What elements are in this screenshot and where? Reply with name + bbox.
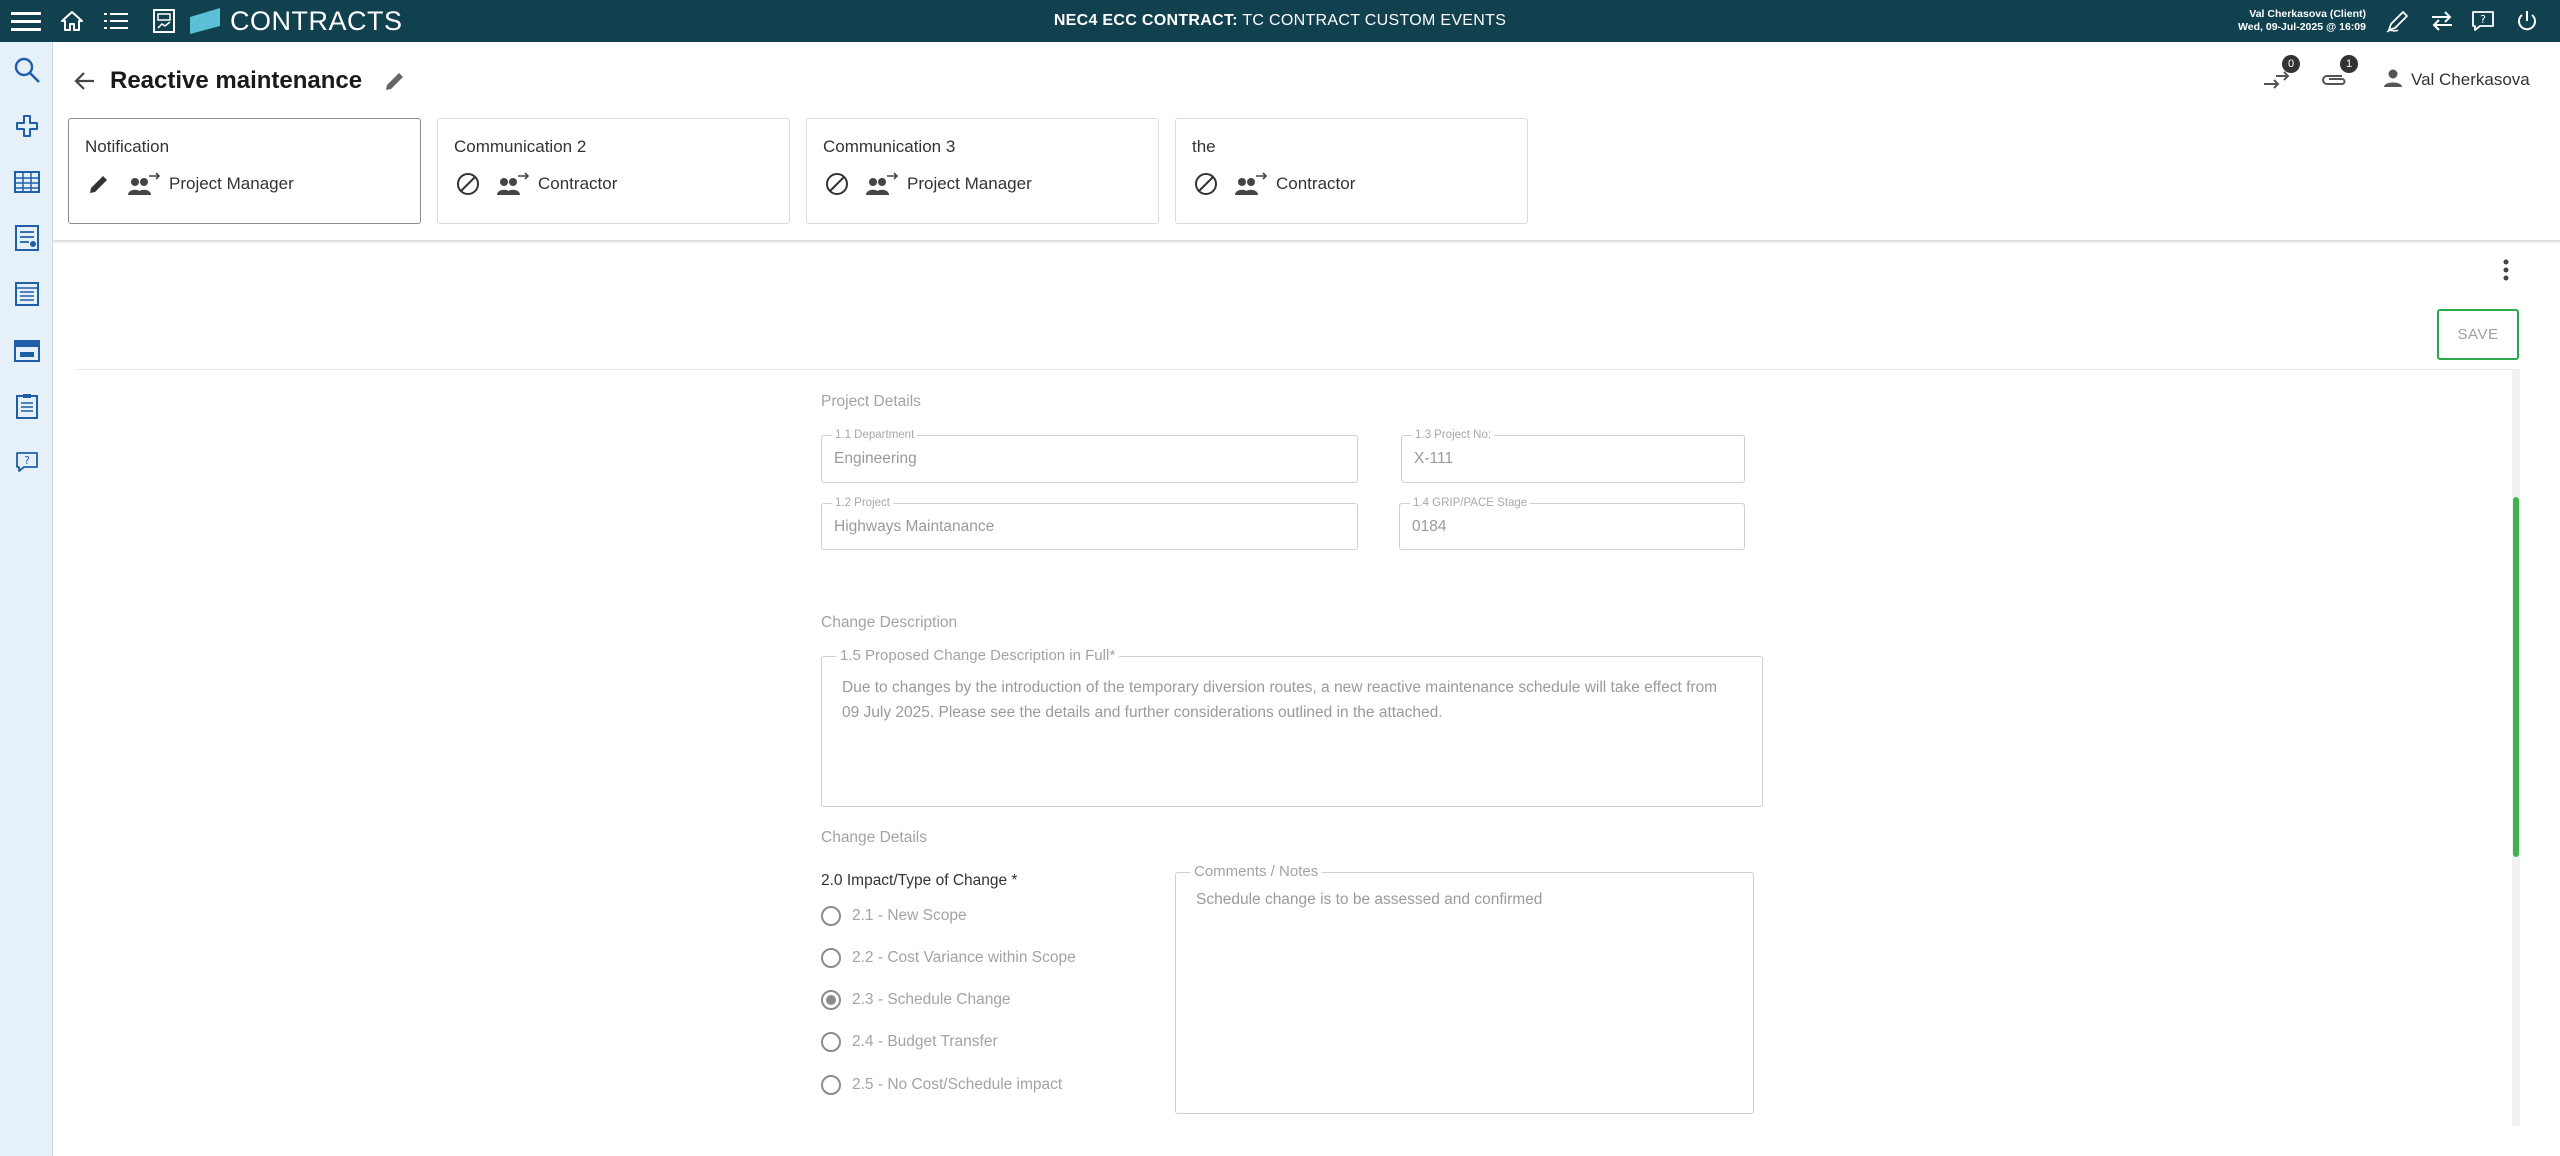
group-forward-icon <box>496 170 530 198</box>
contract-name: TC CONTRACT CUSTOM EVENTS <box>1242 12 1507 29</box>
impact-type-heading: 2.0 Impact/Type of Change * <box>821 872 1018 889</box>
step-card-the[interactable]: the Contractor <box>1175 118 1528 224</box>
blocked-icon <box>823 170 851 198</box>
svg-text:?: ? <box>2480 13 2486 26</box>
menu-icon[interactable] <box>8 0 44 42</box>
left-rail: ? <box>0 42 53 1156</box>
step-name: Communication 3 <box>823 137 956 156</box>
user-name: Val Cherkasova <box>2411 70 2530 89</box>
header-divider <box>53 240 2560 244</box>
grip-stage-value: 0184 <box>1412 517 1447 535</box>
help-icon[interactable]: ? <box>2468 0 2498 42</box>
radio-schedule-change[interactable]: 2.3 - Schedule Change <box>821 988 1011 1012</box>
comments-textarea[interactable]: Comments / Notes Schedule change is to b… <box>1175 863 1754 1114</box>
scrollbar-thumb[interactable] <box>2513 497 2519 857</box>
project-no-value: X-111 <box>1414 450 1454 467</box>
search-icon[interactable] <box>0 48 53 92</box>
step-name: Communication 2 <box>454 137 587 156</box>
radio-button[interactable] <box>821 1075 841 1095</box>
radio-cost-variance[interactable]: 2.2 - Cost Variance within Scope <box>821 946 1076 970</box>
step-role: Project Manager <box>169 174 294 193</box>
save-button[interactable]: SAVE <box>2437 309 2519 360</box>
edit-icon <box>85 170 113 198</box>
radio-button[interactable] <box>821 948 841 968</box>
session-date: Wed, 09-Jul-2025 @ 16:09 <box>2238 21 2366 33</box>
back-arrow-icon[interactable] <box>70 66 100 96</box>
step-role: Contractor <box>538 174 618 193</box>
grip-stage-field[interactable]: 1.4 GRIP/PACE Stage 0184 <box>1399 496 1745 550</box>
register-icon[interactable] <box>0 216 53 260</box>
department-value: Engineering <box>834 450 917 467</box>
change-description-textarea[interactable]: 1.5 Proposed Change Description in Full*… <box>821 647 1763 807</box>
list-icon[interactable] <box>102 0 130 42</box>
radio-label: 2.1 - New Scope <box>852 907 967 924</box>
home-icon[interactable] <box>58 0 86 42</box>
user-menu[interactable]: Val Cherkasova <box>2383 66 2530 94</box>
step-name: the <box>1192 137 1216 156</box>
more-options-icon[interactable] <box>2494 254 2518 286</box>
step-card-communication-2[interactable]: Communication 2 Contractor <box>437 118 790 224</box>
sign-icon[interactable] <box>2383 0 2413 42</box>
change-description-value: Due to changes by the introduction of th… <box>842 679 1718 721</box>
comments-label: Comments / Notes <box>1190 863 1323 881</box>
report-icon[interactable] <box>150 0 178 42</box>
links-count-badge: 0 <box>2282 55 2300 73</box>
contract-prefix: NEC4 ECC CONTRACT: <box>1053 12 1238 29</box>
radio-button-checked[interactable] <box>821 990 841 1010</box>
radio-no-impact[interactable]: 2.5 - No Cost/Schedule impact <box>821 1073 1062 1097</box>
attachments-button[interactable]: 1 <box>2320 55 2358 98</box>
group-forward-icon <box>1234 170 1268 198</box>
svg-text:?: ? <box>24 454 30 467</box>
radio-label: 2.2 - Cost Variance within Scope <box>852 949 1076 966</box>
session-user: Val Cherkasova (Client) <box>2249 8 2366 20</box>
radio-label: 2.5 - No Cost/Schedule impact <box>852 1076 1063 1093</box>
group-forward-icon <box>865 170 899 198</box>
step-role: Contractor <box>1276 174 1356 193</box>
comments-value: Schedule change is to be assessed and co… <box>1196 891 1543 908</box>
change-details-heading: Change Details <box>821 829 927 846</box>
attachments-count-badge: 1 <box>2340 55 2358 73</box>
step-name: Notification <box>85 137 170 156</box>
radio-budget-transfer[interactable]: 2.4 - Budget Transfer <box>821 1030 998 1054</box>
blocked-icon <box>454 170 482 198</box>
links-button[interactable]: 0 <box>2262 55 2300 98</box>
radio-label: 2.4 - Budget Transfer <box>852 1033 998 1050</box>
swap-icon[interactable] <box>2427 0 2457 42</box>
feedback-icon[interactable]: ? <box>0 440 53 484</box>
radio-label: 2.3 - Schedule Change <box>852 991 1011 1008</box>
project-no-field[interactable]: 1.3 Project No: X-111 <box>1401 428 1745 483</box>
group-forward-icon <box>127 170 161 198</box>
top-bar: CONTRACTS NEC4 ECC CONTRACT: TC CONTRACT… <box>0 0 2560 42</box>
change-description-label: 1.5 Proposed Change Description in Full* <box>836 647 1120 665</box>
department-field[interactable]: 1.1 Department Engineering <box>821 428 1358 483</box>
app-name: CONTRACTS <box>230 6 403 36</box>
session-info: Val Cherkasova (Client) Wed, 09-Jul-2025… <box>2238 8 2366 34</box>
step-role: Project Manager <box>907 174 1032 193</box>
contracts-logo[interactable] <box>188 6 222 36</box>
project-field[interactable]: 1.2 Project Highways Maintanance <box>821 496 1358 550</box>
radio-button[interactable] <box>821 1032 841 1052</box>
page-title: Reactive maintenance <box>110 67 363 94</box>
power-icon[interactable] <box>2512 0 2542 42</box>
table-icon[interactable] <box>0 272 53 316</box>
clipboard-icon[interactable] <box>0 384 53 428</box>
radio-button[interactable] <box>821 906 841 926</box>
project-details-heading: Project Details <box>821 393 921 410</box>
user-icon <box>2383 68 2403 93</box>
change-description-heading: Change Description <box>821 614 958 631</box>
calendar-icon[interactable] <box>0 328 53 372</box>
radio-new-scope[interactable]: 2.1 - New Scope <box>821 904 967 928</box>
grid-icon[interactable] <box>0 160 53 204</box>
content-divider <box>75 369 2520 370</box>
add-icon[interactable] <box>0 104 53 148</box>
edit-title-icon[interactable] <box>380 66 410 96</box>
step-card-communication-3[interactable]: Communication 3 Project Manager <box>806 118 1159 224</box>
step-card-notification[interactable]: Notification Project Manager <box>68 118 421 224</box>
project-value: Highways Maintanance <box>834 517 995 535</box>
blocked-icon <box>1192 170 1220 198</box>
